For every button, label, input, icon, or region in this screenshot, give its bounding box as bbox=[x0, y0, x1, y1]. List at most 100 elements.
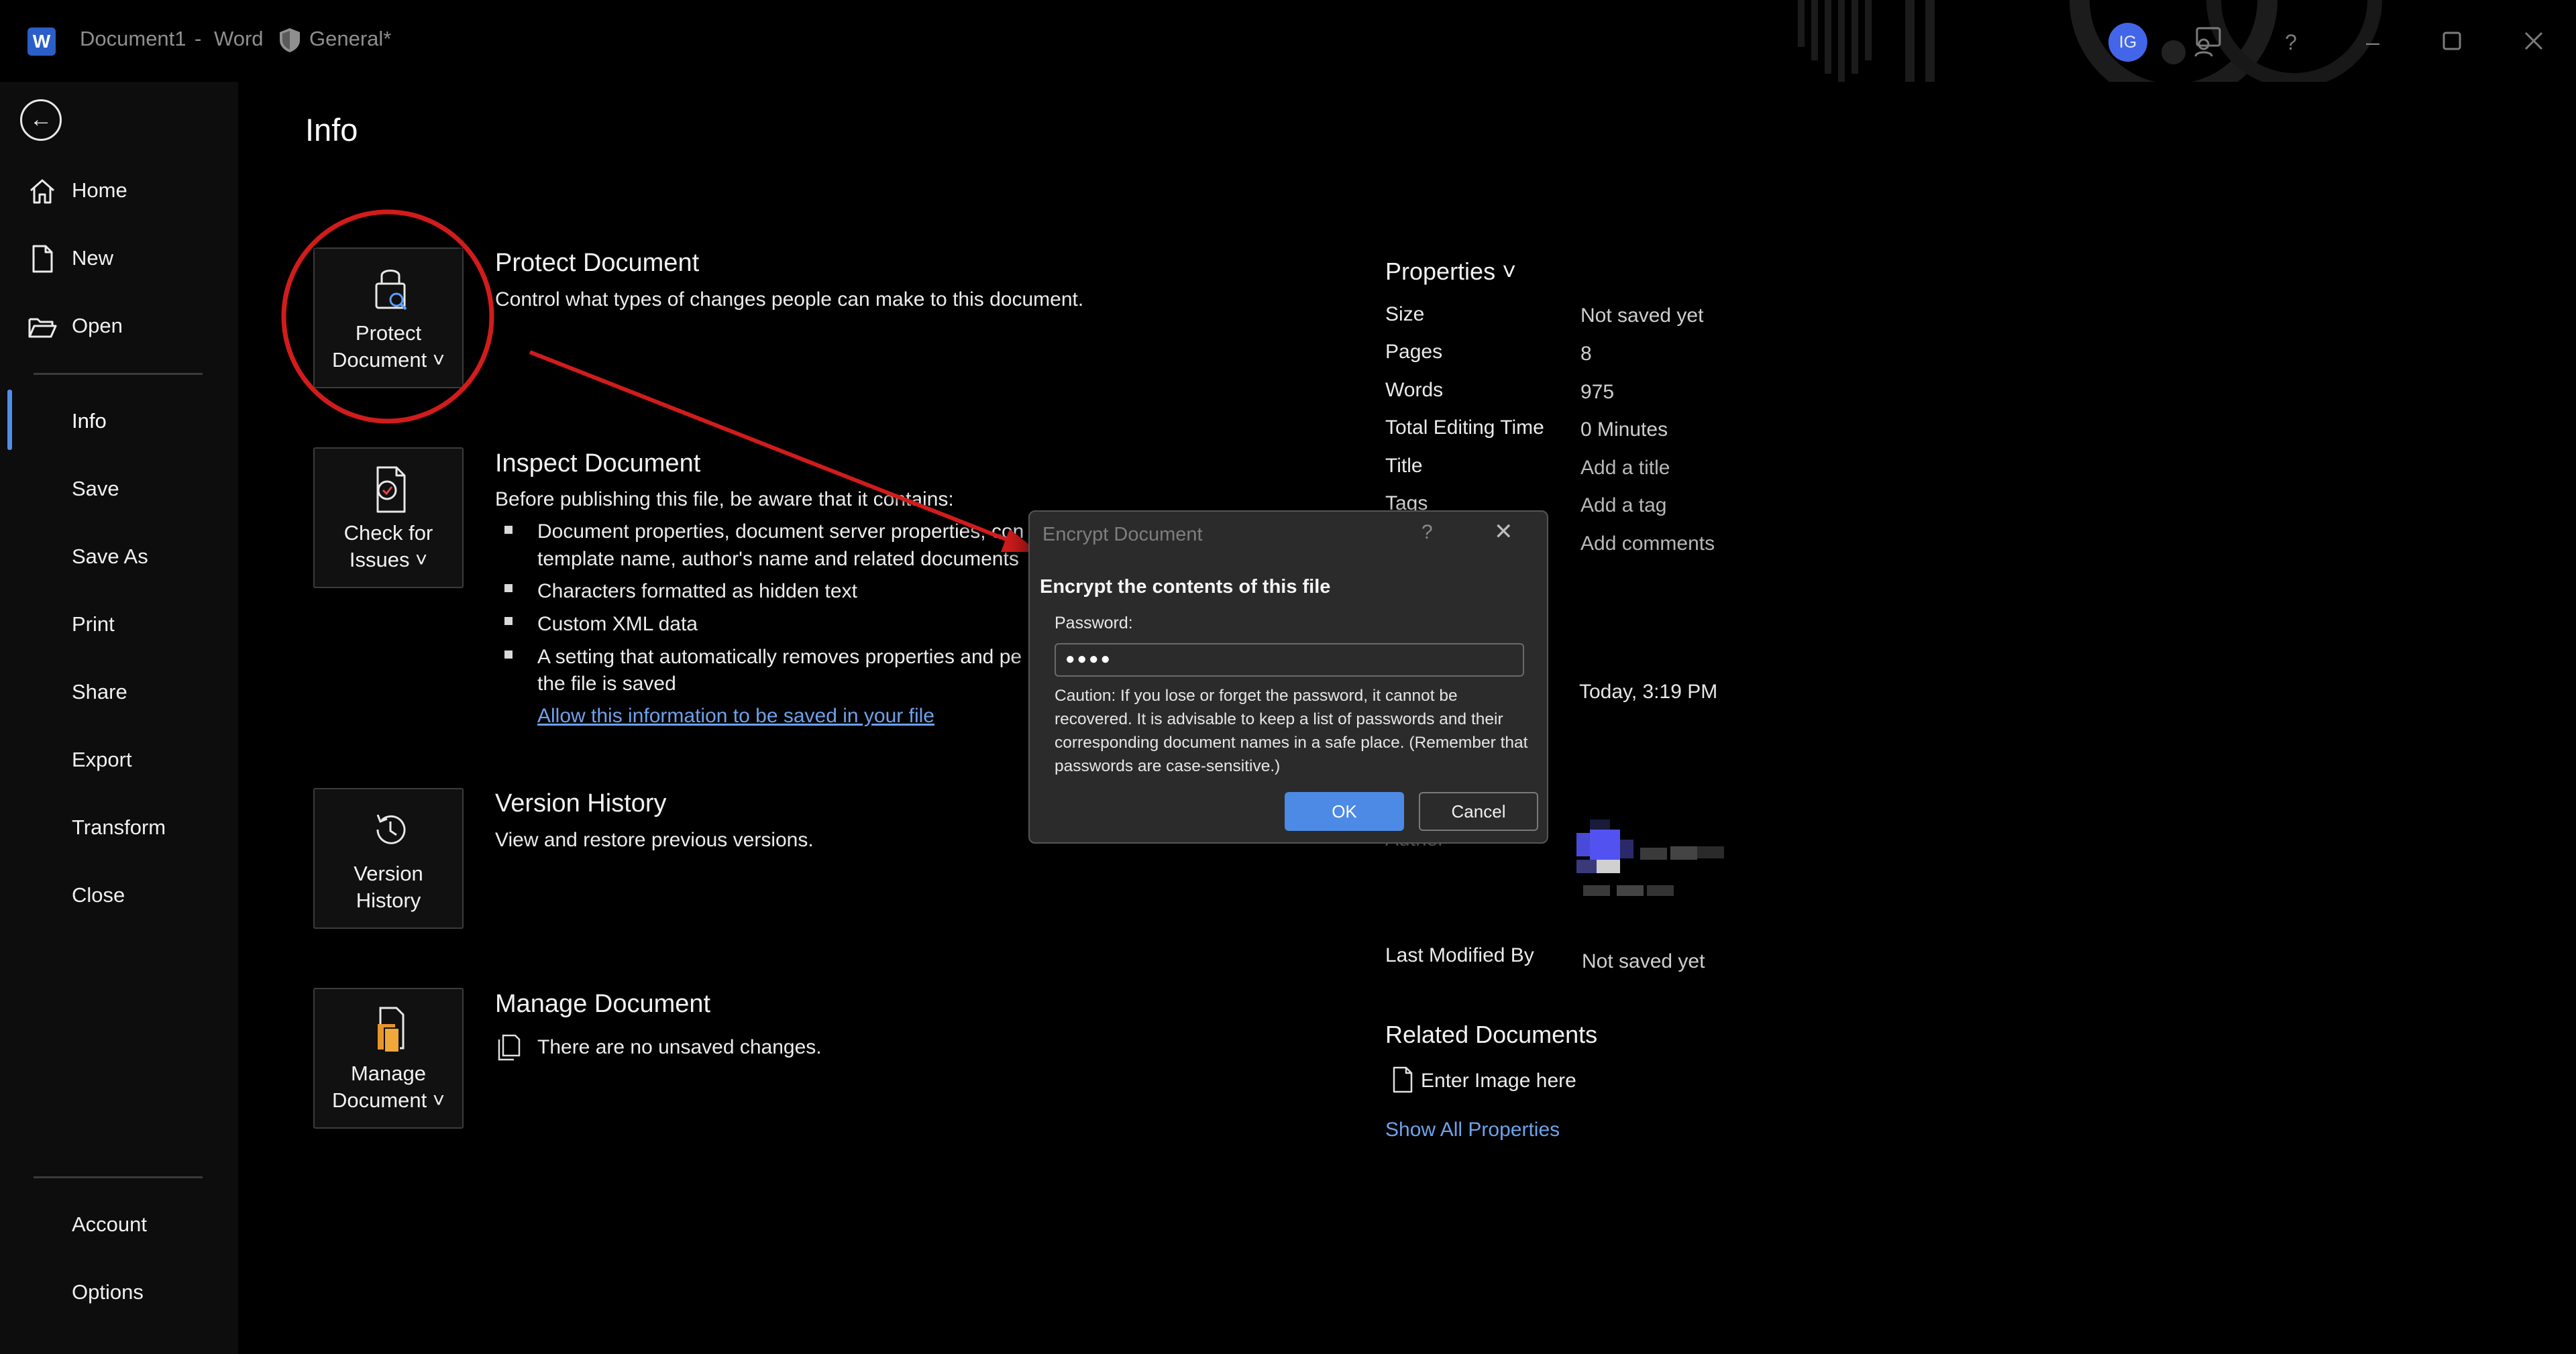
nav-item-save[interactable]: Save bbox=[0, 461, 238, 518]
page-title: Info bbox=[305, 112, 358, 148]
documents-icon bbox=[498, 1034, 521, 1061]
bullet bbox=[504, 651, 513, 659]
title-separator: - bbox=[195, 27, 202, 50]
manage-document-desc: There are no unsaved changes. bbox=[537, 1036, 822, 1058]
related-documents-heading: Related Documents bbox=[1385, 1021, 1598, 1048]
dialog-title: Encrypt Document bbox=[1042, 524, 1203, 545]
encrypt-document-dialog: Encrypt Document ? ✕ Encrypt the content… bbox=[1028, 510, 1548, 844]
title-bar: W Document1 - Word General* IG ? – bbox=[0, 0, 2576, 82]
nav-item-print[interactable]: Print bbox=[0, 596, 238, 654]
nav-item-close[interactable]: Close bbox=[0, 867, 238, 925]
manage-document-button[interactable]: Manage Document ˅ bbox=[313, 988, 464, 1129]
nav-label-share: Share bbox=[72, 680, 127, 703]
prop-value: 0 Minutes bbox=[1580, 418, 1668, 441]
add-tag-field[interactable]: Add a tag bbox=[1580, 494, 1666, 517]
back-arrow-icon[interactable]: ← bbox=[20, 99, 62, 141]
lock-search-icon bbox=[375, 270, 407, 311]
document-name: Document1 bbox=[80, 27, 186, 50]
nav-label-account: Account bbox=[72, 1212, 148, 1236]
shield-icon bbox=[280, 28, 300, 52]
check-for-issues-label: Check for Issues ˅ bbox=[343, 521, 433, 571]
coauthoring-icon[interactable] bbox=[2190, 24, 2225, 59]
nav-label-print: Print bbox=[72, 612, 115, 636]
inspect-bullet: Characters formatted as hidden text bbox=[537, 580, 857, 602]
last-modified-value: Not saved yet bbox=[1582, 950, 1705, 972]
document-icon bbox=[1393, 1066, 1413, 1093]
version-history-label: Version History bbox=[354, 862, 423, 912]
bullet bbox=[504, 526, 513, 534]
inspect-document-icon bbox=[376, 466, 406, 513]
prop-value: 975 bbox=[1580, 381, 1615, 403]
nav-item-share[interactable]: Share bbox=[0, 664, 238, 722]
manage-document-heading: Manage Document bbox=[495, 990, 711, 1018]
show-all-properties-link[interactable]: Show All Properties bbox=[1385, 1119, 1560, 1141]
nav-divider-bottom bbox=[34, 1176, 203, 1178]
prop-value: Not saved yet bbox=[1580, 304, 1704, 327]
version-history-heading: Version History bbox=[495, 789, 667, 817]
prop-value: 8 bbox=[1580, 343, 1592, 365]
created-date: Today, 3:19 PM bbox=[1579, 681, 1718, 703]
nav-item-open[interactable]: Open bbox=[0, 298, 238, 355]
nav-label-new: New bbox=[72, 246, 114, 270]
password-input[interactable]: ●●●● bbox=[1055, 643, 1524, 677]
protect-document-label: Protect Document ˅ bbox=[331, 321, 445, 372]
password-label: Password: bbox=[1055, 614, 1133, 632]
nav-item-account[interactable]: Account bbox=[0, 1196, 238, 1254]
inspect-bullet: the file is saved bbox=[537, 673, 676, 695]
maximize-icon[interactable] bbox=[2442, 31, 2462, 51]
nav-item-new[interactable]: New bbox=[0, 230, 238, 288]
version-history-desc: View and restore previous versions. bbox=[495, 829, 814, 851]
related-document-item[interactable]: Enter Image here bbox=[1421, 1070, 1576, 1092]
allow-info-link[interactable]: Allow this information to be saved in yo… bbox=[537, 703, 934, 730]
nav-label-save-as: Save As bbox=[72, 545, 148, 568]
prop-key: Size bbox=[1385, 303, 1425, 325]
app-name: Word bbox=[214, 27, 264, 50]
check-for-issues-button[interactable]: Check for Issues ˅ bbox=[313, 447, 464, 588]
bullet bbox=[504, 584, 513, 592]
help-icon[interactable]: ? bbox=[2271, 23, 2310, 62]
add-title-field[interactable]: Add a title bbox=[1580, 457, 1670, 479]
prop-key: Words bbox=[1385, 379, 1444, 401]
caution-text: Caution: If you lose or forget the passw… bbox=[1055, 687, 1528, 775]
nav-label-home: Home bbox=[72, 178, 127, 202]
protect-document-heading: Protect Document bbox=[495, 249, 700, 277]
inspect-document-heading: Inspect Document bbox=[495, 449, 701, 477]
close-window-icon[interactable] bbox=[2524, 31, 2544, 51]
nav-item-info[interactable]: Info bbox=[0, 393, 238, 451]
ok-button[interactable]: OK bbox=[1285, 792, 1404, 831]
cancel-button[interactable]: Cancel bbox=[1419, 792, 1538, 831]
nav-label-open: Open bbox=[72, 314, 123, 337]
user-avatar[interactable]: IG bbox=[2108, 23, 2147, 62]
nav-label-save: Save bbox=[72, 477, 119, 500]
sensitivity-label[interactable]: General* bbox=[309, 27, 391, 51]
prop-key: Title bbox=[1385, 455, 1423, 477]
add-comments-field[interactable]: Add comments bbox=[1580, 532, 1715, 555]
dialog-heading: Encrypt the contents of this file bbox=[1040, 576, 1331, 598]
inspect-bullet: A setting that automatically removes pro… bbox=[537, 646, 1022, 668]
manage-document-icon bbox=[378, 1007, 405, 1053]
home-icon bbox=[30, 179, 54, 204]
prop-key: Total Editing Time bbox=[1385, 416, 1544, 439]
nav-item-save-as[interactable]: Save As bbox=[0, 528, 238, 586]
dialog-close-icon[interactable]: ✕ bbox=[1494, 518, 1513, 545]
nav-label-transform: Transform bbox=[72, 815, 166, 839]
properties-dropdown[interactable]: Properties ˅ bbox=[1385, 258, 1516, 286]
version-history-button[interactable]: Version History bbox=[313, 788, 464, 929]
nav-item-options[interactable]: Options bbox=[0, 1264, 238, 1322]
nav-item-transform[interactable]: Transform bbox=[0, 799, 238, 857]
protect-document-desc: Control what types of changes people can… bbox=[495, 288, 1084, 311]
prop-key: Pages bbox=[1385, 341, 1443, 363]
inspect-bullet: Custom XML data bbox=[537, 613, 698, 635]
inspect-document-desc: Before publishing this file, be aware th… bbox=[495, 488, 954, 510]
nav-item-home[interactable]: Home bbox=[0, 162, 238, 220]
nav-label-options: Options bbox=[72, 1280, 144, 1304]
minimize-icon[interactable]: – bbox=[2353, 23, 2392, 62]
inspect-bullet: template name, author's name and related… bbox=[537, 548, 1019, 570]
last-modified-key: Last Modified By bbox=[1385, 944, 1534, 966]
word-logo-icon: W bbox=[28, 27, 56, 56]
nav-item-export[interactable]: Export bbox=[0, 732, 238, 789]
manage-document-label: Manage Document ˅ bbox=[331, 1062, 445, 1112]
dialog-help-icon[interactable]: ? bbox=[1421, 521, 1433, 544]
protect-document-button[interactable]: Protect Document ˅ bbox=[313, 247, 464, 388]
bullet bbox=[504, 617, 513, 625]
